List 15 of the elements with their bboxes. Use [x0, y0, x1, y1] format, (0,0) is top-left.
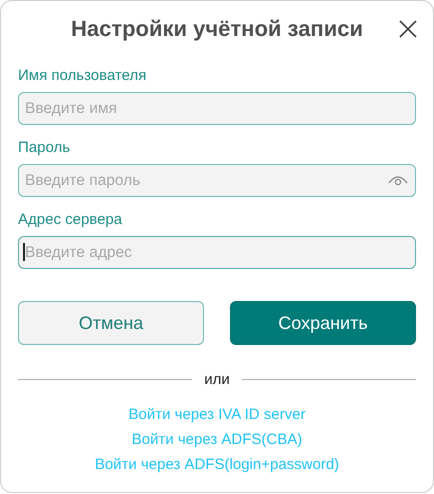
separator-text: или	[204, 371, 230, 388]
dialog-title: Настройки учётной записи	[70, 16, 363, 42]
cancel-button[interactable]: Отмена	[18, 301, 204, 345]
eye-icon	[388, 174, 408, 186]
field-label: Адрес сервера	[18, 211, 124, 229]
login-link[interactable]: Войти через ADFS(login+password)	[94, 455, 340, 474]
input-field[interactable]: Введите пароль	[18, 164, 416, 197]
input-field[interactable]: Введите имя	[18, 92, 416, 125]
login-link[interactable]: Войти через ADFS(CBA)	[132, 430, 302, 449]
field-label: Пароль	[18, 139, 72, 157]
close-icon	[398, 19, 418, 39]
input-field[interactable]: Введите адрес	[18, 236, 416, 269]
login-link[interactable]: Войти через IVA ID server	[128, 405, 306, 424]
save-button[interactable]: Сохранить	[230, 301, 416, 345]
field-label: Имя пользователя	[18, 67, 148, 85]
